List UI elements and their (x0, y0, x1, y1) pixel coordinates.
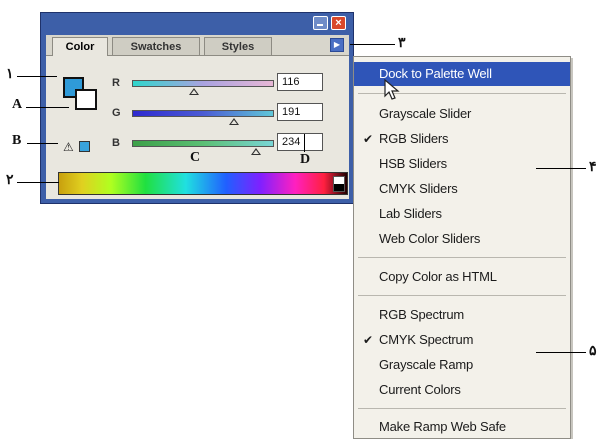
color-palette-window: × Color Swatches Styles ▶ ⚠ R 116 G 191 … (40, 12, 354, 204)
annotation-label-c: C (190, 150, 201, 165)
menu-item-copy-color-as-html[interactable]: Copy Color as HTML (354, 265, 570, 289)
menu-item-cmyk-sliders[interactable]: CMYK Sliders (354, 177, 570, 201)
blue-slider[interactable] (132, 140, 274, 147)
annotation-label-d: D (300, 152, 311, 167)
black-white-swatch[interactable] (333, 176, 345, 192)
annotation-line (26, 107, 69, 108)
menu-item-grayscale-slider[interactable]: Grayscale Slider (354, 102, 570, 126)
tab-color[interactable]: Color (52, 37, 108, 56)
annotation-label-b: B (12, 133, 22, 148)
blue-value-input[interactable]: 234 (277, 133, 323, 151)
menu-item-cmyk-spectrum[interactable]: ✔ CMYK Spectrum (354, 328, 570, 352)
annotation-line (27, 143, 58, 144)
slider-label-g: G (112, 107, 121, 119)
websafe-color-swatch[interactable] (79, 141, 90, 152)
annotation-line (17, 182, 59, 183)
out-of-gamut-warning-icon[interactable]: ⚠ (63, 141, 75, 153)
annotation-label-a: A (12, 97, 23, 112)
menu-item-make-ramp-web-safe[interactable]: Make Ramp Web Safe (354, 415, 570, 439)
green-slider-thumb[interactable] (229, 118, 239, 125)
red-slider-thumb[interactable] (189, 88, 199, 95)
minimize-button[interactable] (313, 16, 328, 30)
checkmark-icon: ✔ (363, 333, 373, 347)
menu-item-web-color-sliders[interactable]: Web Color Sliders (354, 227, 570, 251)
checkmark-icon: ✔ (363, 132, 373, 146)
annotation-line (350, 44, 395, 45)
menu-item-lab-sliders[interactable]: Lab Sliders (354, 202, 570, 226)
annotation-line (536, 168, 586, 169)
menu-separator (358, 257, 566, 258)
tab-swatches[interactable]: Swatches (112, 37, 200, 55)
menu-item-grayscale-ramp[interactable]: Grayscale Ramp (354, 353, 570, 377)
tab-styles[interactable]: Styles (204, 37, 272, 55)
background-color-swatch[interactable] (75, 89, 97, 110)
menu-item-rgb-spectrum[interactable]: RGB Spectrum (354, 303, 570, 327)
menu-item-hsb-sliders[interactable]: HSB Sliders (354, 152, 570, 176)
mouse-cursor-icon (384, 79, 400, 101)
palette-titlebar[interactable]: × (41, 13, 353, 33)
annotation-line (304, 134, 305, 152)
annotation-label-4: ۴ (589, 160, 597, 175)
close-button[interactable]: × (331, 16, 346, 30)
palette-body: Color Swatches Styles ▶ ⚠ R 116 G 191 B … (46, 35, 349, 199)
annotation-label-5: ۵ (589, 344, 597, 359)
menu-separator (358, 408, 566, 409)
menu-item-current-colors[interactable]: Current Colors (354, 378, 570, 402)
blue-slider-thumb[interactable] (251, 148, 261, 155)
annotation-label-1: ۱ (6, 67, 14, 82)
palette-options-menu: Dock to Palette Well Grayscale Slider ✔ R… (353, 56, 571, 439)
green-value-input[interactable]: 191 (277, 103, 323, 121)
annotation-line (536, 352, 586, 353)
menu-item-rgb-sliders[interactable]: ✔ RGB Sliders (354, 127, 570, 151)
palette-menu-button[interactable]: ▶ (330, 38, 344, 52)
slider-label-b: B (112, 137, 120, 149)
annotation-label-3: ۳ (398, 36, 406, 51)
green-slider[interactable] (132, 110, 274, 117)
color-spectrum-ramp[interactable] (58, 172, 348, 195)
palette-tabs: Color Swatches Styles ▶ (46, 35, 349, 56)
annotation-label-2: ۲ (6, 173, 14, 188)
annotation-line (17, 76, 57, 77)
menu-separator (358, 295, 566, 296)
slider-label-r: R (112, 77, 120, 89)
red-slider[interactable] (132, 80, 274, 87)
red-value-input[interactable]: 116 (277, 73, 323, 91)
